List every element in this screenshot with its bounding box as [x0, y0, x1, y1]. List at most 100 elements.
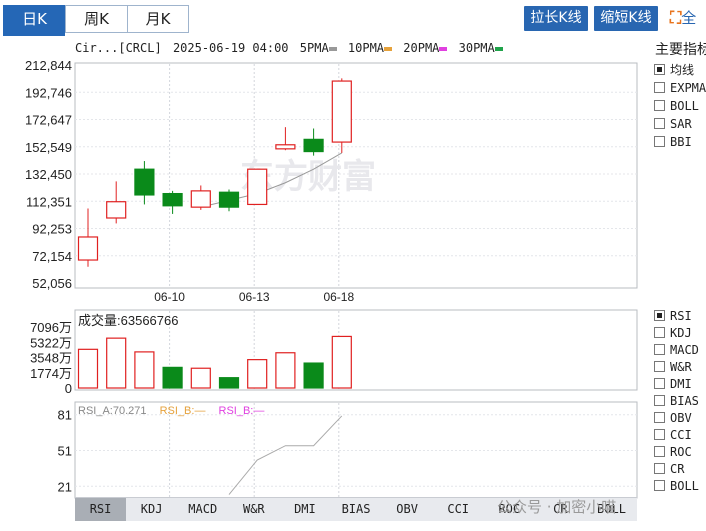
volume-title: 成交量 — [78, 313, 117, 328]
checkbox-icon[interactable] — [654, 327, 665, 338]
rsi-legend: RSI_A:70.271 RSI_B:— RSI_B:— — [78, 405, 264, 417]
checkbox-icon[interactable] — [654, 429, 665, 440]
candle-body — [218, 191, 240, 208]
checkbox-icon[interactable] — [654, 412, 665, 423]
subindicator-label: ROC — [670, 445, 692, 459]
checkbox-checked-icon[interactable] — [654, 310, 665, 321]
subindicator-label: W&R — [670, 360, 692, 374]
subindicator-label: CR — [670, 462, 685, 476]
rsi-y-tick: 81 — [58, 408, 72, 423]
volume-y-tick: 3548万 — [30, 351, 72, 366]
indicator-sar[interactable]: SAR — [654, 115, 706, 133]
bottom-tab-kdj[interactable]: KDJ — [126, 498, 177, 521]
subindicator-boll[interactable]: BOLL — [654, 477, 699, 494]
rsi-y-tick: 21 — [58, 479, 72, 494]
volume-y-tick: 1774万 — [30, 366, 72, 381]
bottom-tab-dmi[interactable]: DMI — [279, 498, 330, 521]
indicator-label: 均线 — [670, 63, 695, 77]
volume-bar — [331, 335, 352, 389]
subindicator-cr[interactable]: CR — [654, 460, 699, 477]
indicator-label: SAR — [670, 117, 692, 131]
volume-label: 成交量:63566766 — [78, 313, 178, 328]
checkbox-icon[interactable] — [654, 361, 665, 372]
price-y-tick: 212,844 — [25, 58, 72, 73]
indicator-ma[interactable]: 均线 — [654, 61, 706, 79]
volume-bar — [190, 367, 211, 389]
subindicator-label: DMI — [670, 377, 692, 391]
checkbox-icon[interactable] — [654, 344, 665, 355]
bottom-tab-obv[interactable]: OBV — [382, 498, 433, 521]
checkbox-icon[interactable] — [654, 395, 665, 406]
candle-body — [247, 168, 268, 206]
candlestick — [190, 185, 211, 210]
bottom-tab-macd[interactable]: MACD — [177, 498, 228, 521]
checkbox-checked-icon[interactable] — [654, 64, 665, 75]
subindicator-obv[interactable]: OBV — [654, 409, 699, 426]
price-x-tick: 06-13 — [239, 290, 270, 304]
price-x-tick: 06-18 — [323, 290, 354, 304]
subindicator-dmi[interactable]: DMI — [654, 375, 699, 392]
wechat-watermark: 公众号 · 加密小喵 — [497, 498, 617, 516]
volume-y-tick: 5322万 — [30, 335, 72, 350]
price-y-tick: 72,154 — [32, 249, 72, 264]
subindicator-label: KDJ — [670, 326, 692, 340]
checkbox-icon[interactable] — [654, 463, 665, 474]
candle-body — [190, 190, 211, 208]
bottom-tab-wr[interactable]: W&R — [228, 498, 279, 521]
rsi-a-value: 70.271 — [113, 405, 147, 417]
subindicator-label: BIAS — [670, 394, 699, 408]
subindicator-bias[interactable]: BIAS — [654, 392, 699, 409]
main-indicators-title: 主要指标 — [655, 42, 706, 58]
checkbox-icon[interactable] — [654, 118, 665, 129]
volume-y-tick: 7096万 — [30, 320, 72, 335]
volume-bar — [218, 377, 240, 389]
candle-body — [303, 138, 324, 153]
rsi-b-label: RSI_B: — [160, 405, 195, 417]
subindicator-cci[interactable]: CCI — [654, 426, 699, 443]
candlestick — [134, 161, 155, 205]
volume-bar — [303, 362, 324, 389]
volume-bar — [134, 351, 155, 389]
candle-body — [77, 236, 99, 261]
candlestick — [331, 78, 352, 153]
indicator-bbi[interactable]: BBI — [654, 133, 706, 151]
subindicator-wr[interactable]: W&R — [654, 358, 699, 375]
candle-body — [275, 144, 296, 150]
indicator-label: BOLL — [670, 99, 699, 113]
volume-bar — [106, 337, 127, 389]
subindicator-macd[interactable]: MACD — [654, 341, 699, 358]
candle-body — [134, 168, 155, 196]
candle-body — [106, 201, 127, 219]
bottom-tab-rsi[interactable]: RSI — [75, 498, 127, 521]
checkbox-icon[interactable] — [654, 136, 665, 147]
rsi-a-label: RSI_A: — [78, 405, 113, 417]
rsi-a-line — [228, 415, 343, 495]
checkbox-icon[interactable] — [654, 82, 665, 93]
subindicator-roc[interactable]: ROC — [654, 443, 699, 460]
subindicator-label: MACD — [670, 343, 699, 357]
indicator-expma[interactable]: EXPMA — [654, 79, 706, 97]
price-y-tick: 192,746 — [25, 85, 72, 100]
checkbox-icon[interactable] — [654, 480, 665, 491]
bottom-tab-bias[interactable]: BIAS — [330, 498, 381, 521]
price-x-tick: 06-10 — [154, 290, 185, 304]
bottom-tab-cci[interactable]: CCI — [433, 498, 484, 521]
rsi-c-label: RSI_B: — [219, 405, 254, 417]
stock-chart: 东方财富 212,844192,746172,647152,549132,450… — [25, 58, 638, 499]
checkbox-icon[interactable] — [654, 378, 665, 389]
checkbox-icon[interactable] — [654, 100, 665, 111]
price-y-tick: 92,253 — [32, 222, 72, 237]
rsi-b-value: — — [194, 405, 205, 417]
subindicator-rsi[interactable]: RSI — [654, 307, 699, 324]
candlestick — [162, 190, 183, 214]
volume-bar — [162, 366, 183, 389]
volume-bar — [77, 348, 99, 389]
subindicator-kdj[interactable]: KDJ — [654, 324, 699, 341]
subindicator-label: OBV — [670, 411, 692, 425]
indicator-boll[interactable]: BOLL — [654, 97, 706, 115]
candlestick — [106, 181, 127, 224]
price-y-tick: 132,450 — [25, 167, 72, 182]
checkbox-icon[interactable] — [654, 446, 665, 457]
rsi-y-tick: 51 — [58, 444, 72, 459]
volume-value: 63566766 — [121, 313, 179, 328]
